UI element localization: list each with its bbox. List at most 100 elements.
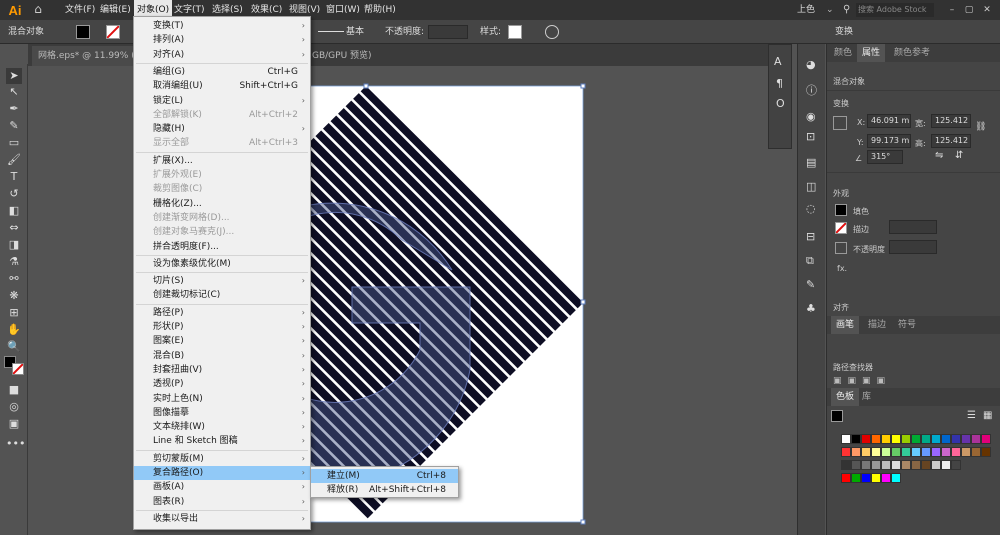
object-menu-item[interactable]: 路径(P) › — [134, 306, 310, 320]
object-menu-item[interactable]: 收集以导出 › — [134, 512, 310, 526]
brushes-panel-icon[interactable]: ✎ — [806, 278, 815, 291]
reference-point-icon[interactable] — [833, 116, 847, 130]
color-swatch[interactable] — [921, 447, 931, 457]
color-swatch[interactable] — [961, 434, 971, 444]
rotation-angle-field[interactable]: 315° — [867, 150, 903, 164]
opacity-field[interactable] — [889, 240, 937, 254]
grid-view-icon[interactable]: ▦ — [983, 410, 992, 421]
tab-properties[interactable]: 属性 — [857, 44, 886, 62]
color-swatch[interactable] — [941, 447, 951, 457]
constrain-proportions-icon[interactable]: ⛓ — [975, 122, 986, 132]
swatch-fill-icon[interactable] — [831, 410, 843, 422]
color-swatch[interactable] — [921, 460, 931, 470]
layers-panel-icon[interactable]: ▤ — [806, 156, 816, 169]
tab-color-guide[interactable]: 颜色参考 — [889, 44, 935, 62]
color-swatch[interactable] — [961, 447, 971, 457]
tab-libraries[interactable]: 库 — [857, 388, 876, 406]
color-swatch[interactable] — [881, 434, 891, 444]
color-swatch[interactable] — [881, 447, 891, 457]
color-swatch[interactable] — [861, 434, 871, 444]
color-swatch[interactable] — [871, 460, 881, 470]
flip-horizontal-icon[interactable]: ⇋ — [935, 150, 943, 161]
color-swatch[interactable] — [891, 460, 901, 470]
color-swatch[interactable] — [891, 434, 901, 444]
tab-stroke[interactable]: 描边 — [863, 316, 891, 334]
object-menu-item[interactable]: 形状(P) › — [134, 320, 310, 334]
color-swatch[interactable] — [971, 434, 981, 444]
color-swatch[interactable] — [931, 434, 941, 444]
y-position-field[interactable]: 99.173 m — [867, 134, 911, 148]
object-menu-item[interactable]: 混合(B) › — [134, 349, 310, 363]
object-menu-item[interactable]: 编组(G) Ctrl+G — [134, 65, 310, 79]
tab-brushes[interactable]: 画笔 — [831, 316, 860, 334]
color-swatch[interactable] — [851, 460, 861, 470]
tab-color[interactable]: 颜色 — [829, 44, 857, 62]
list-view-icon[interactable]: ☰ — [967, 410, 976, 421]
color-swatch[interactable] — [871, 473, 881, 483]
object-menu-item[interactable]: 透视(P) › — [134, 377, 310, 391]
object-menu-item[interactable]: 锁定(L) › — [134, 94, 310, 108]
color-swatch[interactable] — [981, 434, 991, 444]
fx-label[interactable]: fx. — [837, 264, 847, 273]
color-swatch[interactable] — [971, 447, 981, 457]
color-swatch[interactable] — [841, 473, 851, 483]
color-swatch[interactable] — [841, 434, 851, 444]
color-swatch[interactable] — [881, 473, 891, 483]
tab-symbols[interactable]: 符号 — [893, 316, 921, 334]
object-menu-item[interactable]: 创建裁切标记(C) — [134, 288, 310, 302]
color-swatch[interactable] — [921, 434, 931, 444]
object-menu-item[interactable]: 画板(A) › — [134, 480, 310, 494]
color-swatch[interactable] — [841, 460, 851, 470]
character-panel-icon[interactable]: A — [774, 55, 782, 68]
x-position-field[interactable]: 46.091 m — [867, 114, 911, 128]
object-menu-item[interactable]: 实时上色(N) › — [134, 392, 310, 406]
object-menu-item[interactable]: 排列(A) › — [134, 33, 310, 47]
gradient-panel-icon[interactable]: ◫ — [806, 180, 816, 193]
color-panel-icon[interactable]: ◕ — [806, 58, 816, 71]
color-swatch[interactable] — [841, 447, 851, 457]
tab-swatches[interactable]: 色板 — [831, 388, 860, 406]
color-swatch[interactable] — [951, 434, 961, 444]
color-swatch[interactable] — [861, 447, 871, 457]
compound-path-release-item[interactable]: 释放(R) Alt+Shift+Ctrl+8 — [311, 483, 458, 497]
fill-swatch-icon[interactable] — [835, 204, 847, 216]
object-menu-item[interactable]: 隐藏(H) › — [134, 122, 310, 136]
color-swatch[interactable] — [901, 460, 911, 470]
object-menu-item[interactable]: 文本绕排(W) › — [134, 420, 310, 434]
compound-path-make-item[interactable]: 建立(M) Ctrl+8 — [311, 469, 458, 483]
color-swatch[interactable] — [871, 447, 881, 457]
color-swatch[interactable] — [911, 447, 921, 457]
height-field[interactable]: 125.412 — [931, 134, 971, 148]
pathfinder-panel-icon[interactable]: ⧉ — [806, 254, 814, 268]
object-menu-item[interactable]: 设为像素级优化(M) — [134, 257, 310, 271]
object-menu-item[interactable]: 复合路径(O) › — [134, 466, 310, 480]
color-swatch[interactable] — [931, 447, 941, 457]
color-swatch[interactable] — [901, 434, 911, 444]
transform-panel-icon[interactable]: ⊡ — [806, 130, 815, 143]
color-swatch[interactable] — [881, 460, 891, 470]
color-swatch[interactable] — [951, 447, 961, 457]
color-swatch[interactable] — [911, 460, 921, 470]
flip-vertical-icon[interactable]: ⇵ — [955, 150, 963, 161]
object-menu-item[interactable]: 栅格化(Z)... — [134, 197, 310, 211]
stroke-weight-field[interactable] — [889, 220, 937, 234]
object-menu-item[interactable]: 图像描摹 › — [134, 406, 310, 420]
object-menu-item[interactable]: 取消编组(U) Shift+Ctrl+G — [134, 79, 310, 93]
appearance-panel-icon[interactable]: ◉ — [806, 110, 816, 123]
color-swatch[interactable] — [901, 447, 911, 457]
object-menu-item[interactable]: 图表(R) › — [134, 495, 310, 509]
color-swatch[interactable] — [941, 434, 951, 444]
object-menu-item[interactable]: 剪切蒙版(M) › — [134, 452, 310, 466]
width-field[interactable]: 125.412 — [931, 114, 971, 128]
color-swatch[interactable] — [861, 460, 871, 470]
color-swatch[interactable] — [891, 447, 901, 457]
color-swatch[interactable] — [851, 447, 861, 457]
object-menu-item[interactable]: 图案(E) › — [134, 334, 310, 348]
color-swatch[interactable] — [931, 460, 941, 470]
color-swatch[interactable] — [851, 473, 861, 483]
object-menu-item[interactable]: 封套扭曲(V) › — [134, 363, 310, 377]
object-menu-item[interactable]: 变换(T) › — [134, 19, 310, 33]
pathfinder-buttons[interactable]: ▣▣▣▣ — [833, 376, 983, 386]
symbols-panel-icon[interactable]: ♣ — [806, 302, 816, 315]
color-swatch[interactable] — [911, 434, 921, 444]
